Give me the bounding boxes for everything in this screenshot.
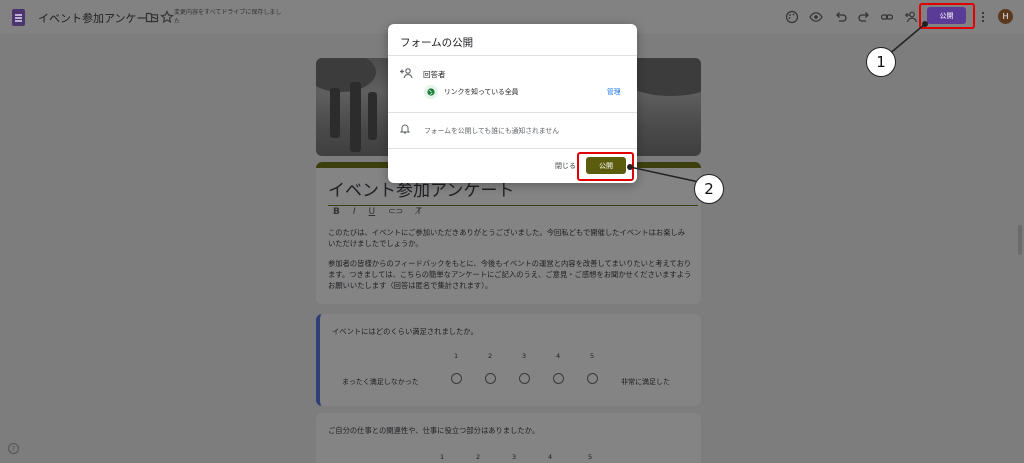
divider [388,112,637,113]
scale-radio[interactable] [451,373,462,384]
question-text: ご自分の仕事との関連性や、仕事に役立つ部分はありましたか。 [328,426,540,435]
preview-eye-icon[interactable] [809,10,823,24]
highlight-box [577,152,634,181]
respondents-label: 回答者 [423,70,446,79]
question-text: イベントにはどのくらい満足されましたか。 [332,327,478,336]
divider [388,148,637,149]
notification-note: フォームを公開しても誰にも通知されません [424,127,559,135]
scale-number: 1 [454,352,459,360]
format-toolbar: B I U ⊂⊃ T̸ [333,207,422,217]
clear-format-button[interactable]: T̸ [416,207,422,217]
scale-radio[interactable] [587,373,598,384]
callout-badge-1: 1 [866,47,896,77]
manage-link[interactable]: 管理 [607,86,621,96]
undo-icon[interactable] [834,10,848,24]
scale-number: 2 [476,453,481,461]
folder-icon[interactable] [145,10,159,24]
scale-number: 3 [522,352,527,360]
question-card[interactable]: ご自分の仕事との関連性や、仕事に役立つ部分はありましたか。 1 2 3 4 5 [316,413,701,463]
scale-number: 3 [512,453,517,461]
insert-link-button[interactable]: ⊂⊃ [388,207,403,217]
italic-button[interactable]: I [353,207,356,217]
avatar[interactable]: H [998,9,1013,24]
scale-number: 5 [590,352,595,360]
forms-logo-icon[interactable] [12,9,25,26]
underline-button[interactable]: U [369,207,376,217]
close-button[interactable]: 閉じる [555,161,576,171]
scrollbar[interactable] [1018,225,1022,255]
link-access-scope[interactable]: リンクを知っている全員 [444,86,518,96]
add-person-icon [400,68,413,79]
redo-icon[interactable] [857,10,871,24]
form-description[interactable]: このたびは、イベントにご参加いただきありがとうございました。今回私どもで開催した… [328,227,692,300]
star-icon[interactable] [160,10,174,24]
scale-high-label: 非常に満足した [621,378,670,386]
scale-number: 1 [440,453,445,461]
dialog-title: フォームの公開 [400,37,474,49]
scale-radio[interactable] [485,373,496,384]
scale-number: 2 [488,352,493,360]
question-card[interactable]: イベントにはどのくらい満足されましたか。 1 2 3 4 5 まったく満足しなか… [316,314,701,406]
document-title[interactable]: イベント参加アンケート [38,10,159,26]
highlight-box [919,3,975,29]
scale-number: 4 [548,453,553,461]
globe-icon [424,85,438,99]
save-status: 変更内容をすべてドライブに保存しました [174,9,282,25]
scale-radio[interactable] [553,373,564,384]
help-icon[interactable]: ? [8,443,19,454]
divider [388,55,637,56]
add-collaborator-icon[interactable] [904,10,918,24]
scale-radio[interactable] [519,373,530,384]
description-paragraph: このたびは、イベントにご参加いただきありがとうございました。今回私どもで開催した… [328,228,686,248]
scale-number: 5 [588,453,593,461]
callout-badge-2: 2 [694,174,724,204]
scale-number: 4 [556,352,561,360]
scale-low-label: まったく満足しなかった [342,378,419,386]
bell-icon [400,124,410,134]
palette-icon[interactable] [785,10,799,24]
link-icon[interactable] [880,10,894,24]
more-vert-icon[interactable] [976,10,990,24]
bold-button[interactable]: B [333,207,340,217]
description-paragraph: 参加者の皆様からのフィードバックをもとに、今後もイベントの運営と内容を改善してま… [328,259,692,290]
